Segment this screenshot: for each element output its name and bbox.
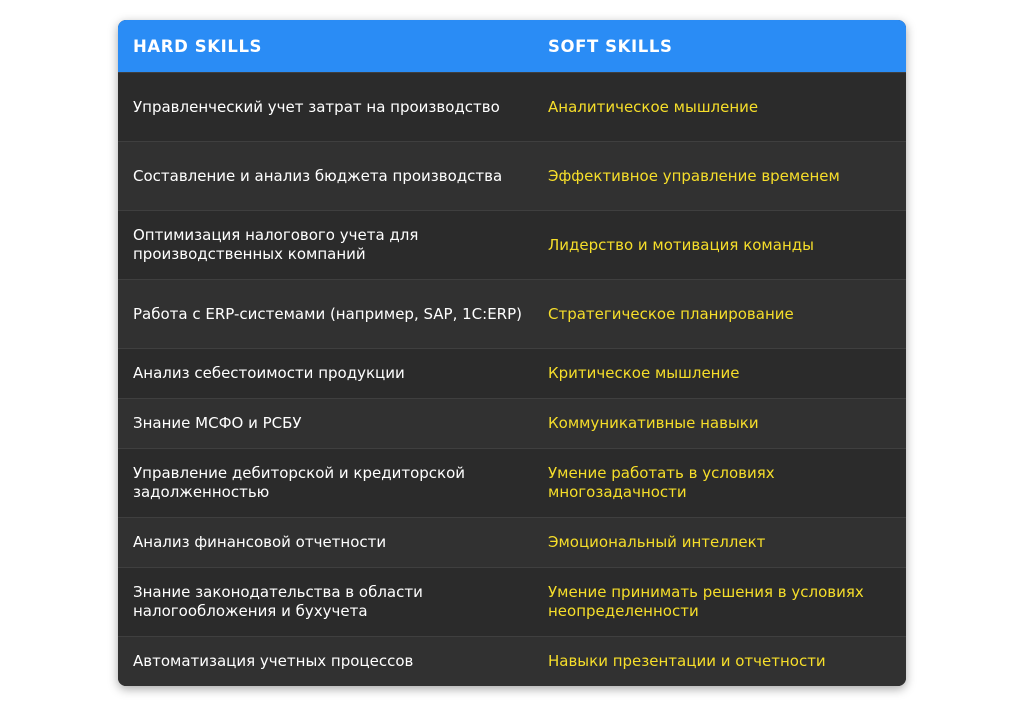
header-soft-skills: SOFT SKILLS: [548, 36, 673, 56]
table-body: Управленческий учет затрат на производст…: [118, 72, 906, 686]
soft-skill-cell: Стратегическое планирование: [548, 304, 794, 323]
table-row: Управление дебиторской и кредиторской за…: [118, 448, 906, 517]
hard-skill-cell: Знание МСФО и РСБУ: [133, 414, 302, 432]
table-row: Оптимизация налогового учета для произво…: [118, 210, 906, 279]
soft-skill-cell: Коммуникативные навыки: [548, 414, 759, 432]
hard-skill-cell: Оптимизация налогового учета для произво…: [133, 226, 419, 263]
table-header: HARD SKILLS SOFT SKILLS: [118, 20, 906, 72]
soft-skill-cell: Аналитическое мышление: [548, 97, 759, 116]
hard-skill-cell: Управление дебиторской и кредиторской за…: [133, 464, 466, 501]
table-row: Знание законодательства в области налого…: [118, 567, 906, 636]
table-row: Составление и анализ бюджета производств…: [118, 141, 906, 210]
table-row: Работа с ERP-системами (например, SAP, 1…: [118, 279, 906, 348]
soft-skill-cell: Эффективное управление временем: [548, 166, 840, 185]
soft-skill-cell: Умение принимать решения в условиях неоп…: [548, 583, 864, 620]
table-row: Управленческий учет затрат на производст…: [118, 72, 906, 141]
soft-skill-cell: Умение работать в условиях многозадачнос…: [548, 464, 775, 501]
soft-skill-cell: Критическое мышление: [548, 364, 740, 382]
hard-skill-cell: Работа с ERP-системами (например, SAP, 1…: [133, 304, 522, 323]
hard-skill-cell: Знание законодательства в области налого…: [133, 583, 423, 620]
table-row: Знание МСФО и РСБУ Коммуникативные навык…: [118, 398, 906, 448]
header-hard-skills: HARD SKILLS: [133, 36, 263, 56]
hard-skill-cell: Автоматизация учетных процессов: [133, 652, 414, 670]
soft-skill-cell: Лидерство и мотивация команды: [548, 235, 814, 254]
skills-table: HARD SKILLS SOFT SKILLS Управленческий у…: [118, 20, 906, 686]
hard-skill-cell: Анализ финансовой отчетности: [133, 533, 387, 551]
hard-skill-cell: Управленческий учет затрат на производст…: [133, 97, 500, 116]
table-row: Автоматизация учетных процессов Навыки п…: [118, 636, 906, 686]
table-row: Анализ себестоимости продукции Критическ…: [118, 348, 906, 398]
table-row: Анализ финансовой отчетности Эмоциональн…: [118, 517, 906, 567]
soft-skill-cell: Навыки презентации и отчетности: [548, 652, 826, 670]
hard-skill-cell: Анализ себестоимости продукции: [133, 364, 405, 382]
hard-skill-cell: Составление и анализ бюджета производств…: [133, 166, 503, 185]
soft-skill-cell: Эмоциональный интеллект: [548, 533, 766, 551]
